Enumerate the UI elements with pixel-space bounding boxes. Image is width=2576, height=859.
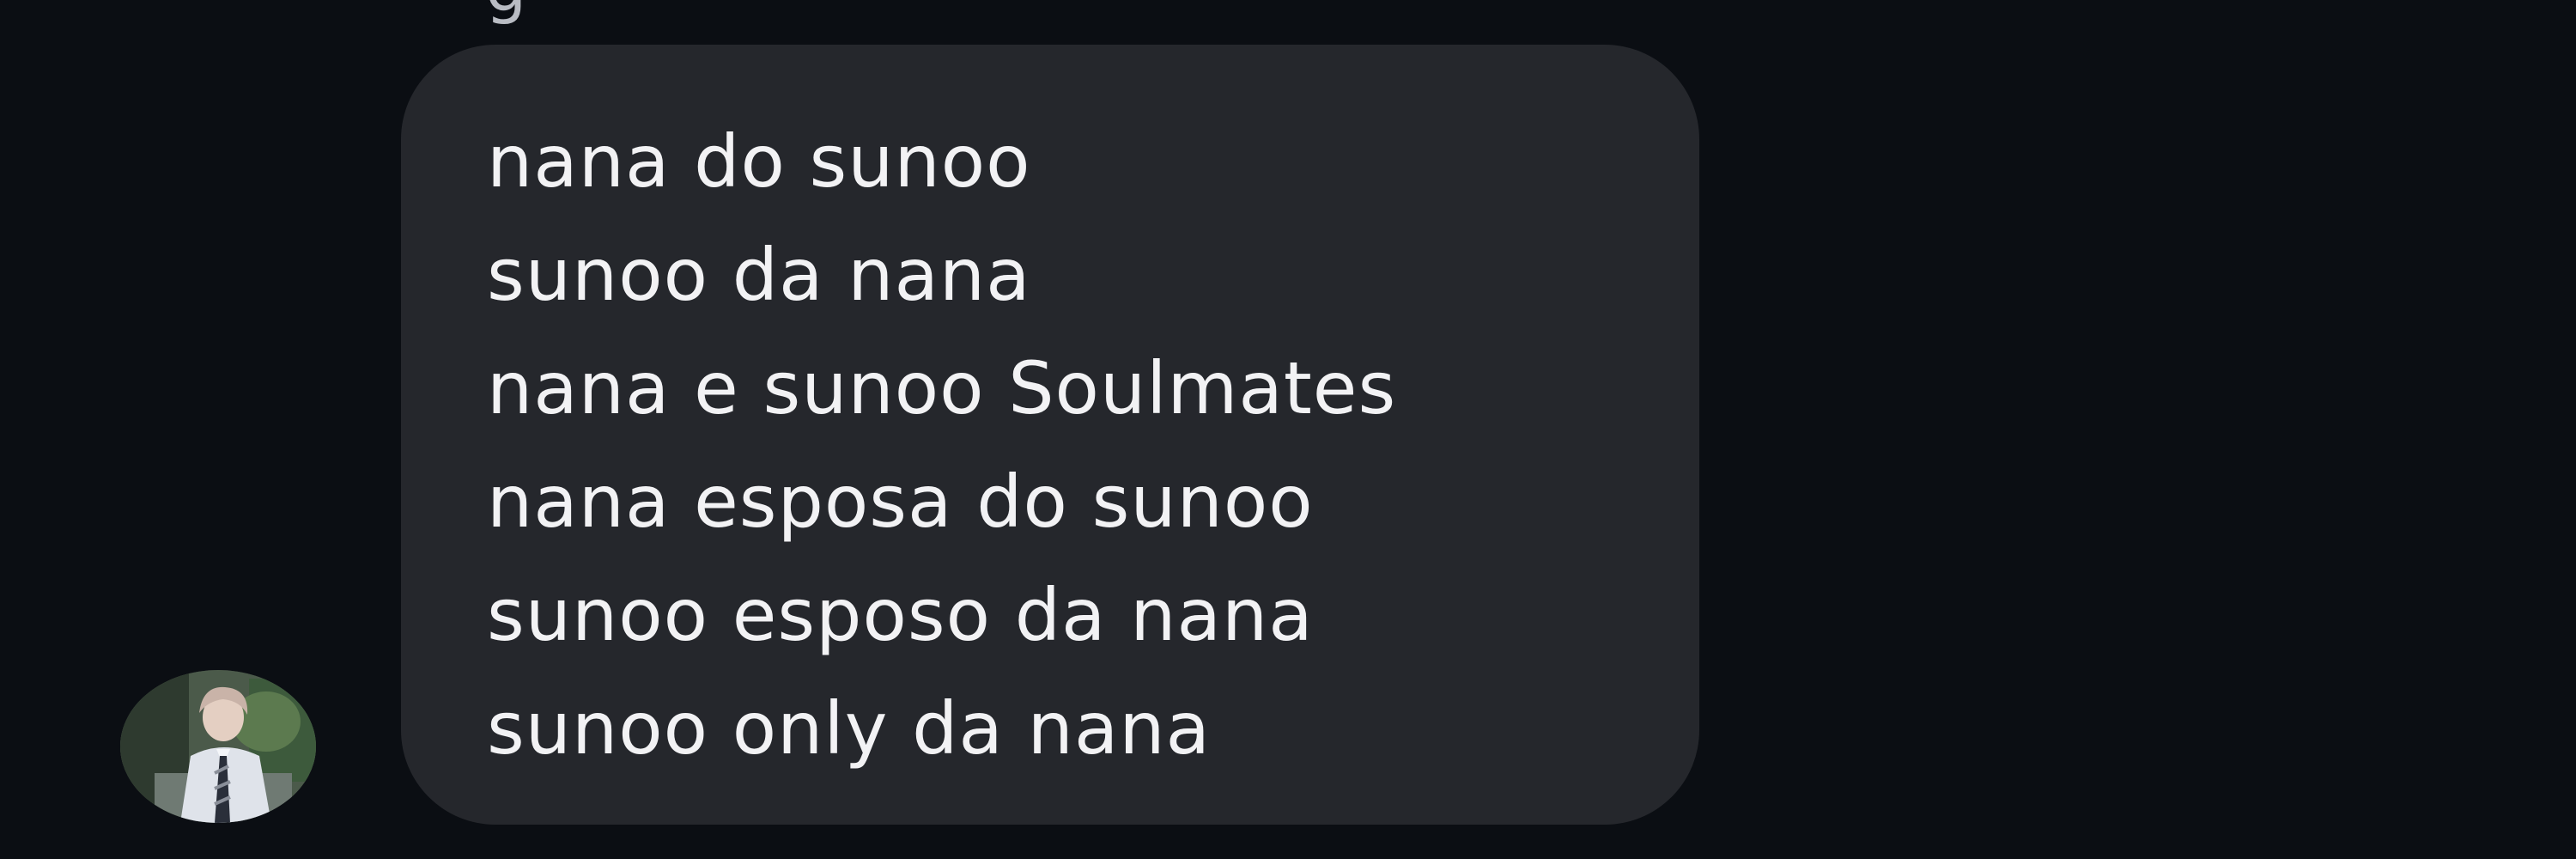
message-bubble[interactable]: nana do sunoo sunoo da nana nana e sunoo… — [401, 45, 1699, 825]
avatar[interactable] — [120, 670, 316, 823]
message-line: nana esposa do sunoo — [487, 460, 1314, 544]
avatar-photo-icon — [120, 670, 316, 823]
message-row: nana do sunoo sunoo da nana nana e sunoo… — [0, 45, 2576, 826]
chat-screen: g nana do sunoo sunoo da nana nana e sun… — [0, 0, 2576, 859]
message-line: sunoo only da nana — [487, 686, 1212, 771]
previous-message-tail: g — [485, 0, 526, 21]
message-line: sunoo da nana — [487, 233, 1031, 317]
message-line: nana e sunoo Soulmates — [487, 346, 1397, 430]
message-line: nana do sunoo — [487, 119, 1031, 204]
message-line: sunoo esposo da nana — [487, 573, 1314, 657]
